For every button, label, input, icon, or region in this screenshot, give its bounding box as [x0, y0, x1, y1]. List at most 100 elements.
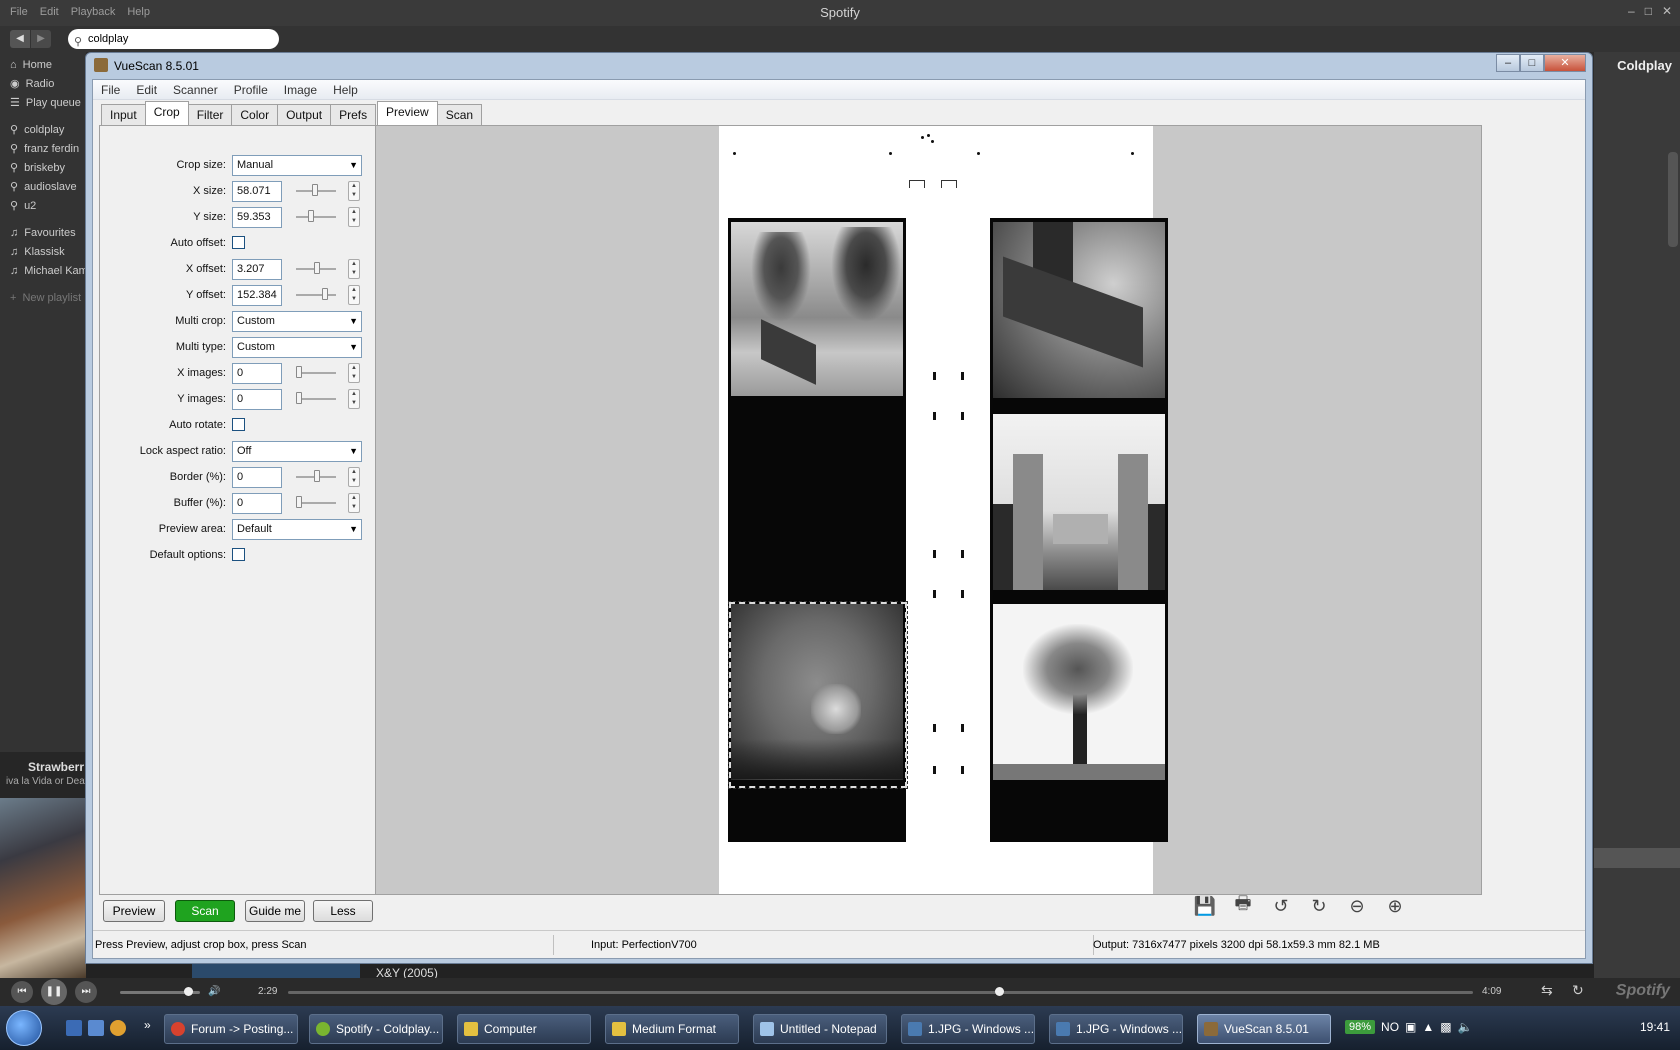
multi-crop-select[interactable]: Custom ▼: [232, 311, 362, 332]
border-slider-knob[interactable]: [314, 470, 320, 482]
spotify-close-icon[interactable]: ✕: [1662, 4, 1672, 18]
menu-help[interactable]: Help: [333, 83, 358, 97]
tab-filter[interactable]: Filter: [187, 104, 233, 125]
taskbar-item-spotify[interactable]: Spotify - Coldplay...: [309, 1014, 443, 1044]
battery-indicator[interactable]: 98%: [1345, 1020, 1376, 1034]
zoom-out-icon[interactable]: ⊖: [1343, 892, 1371, 920]
guide-me-button[interactable]: Guide me: [245, 900, 305, 922]
menu-scanner[interactable]: Scanner: [173, 83, 218, 97]
sidebar-search-item[interactable]: ⚲ u2: [0, 197, 86, 216]
tab-preview[interactable]: Preview: [377, 101, 438, 125]
spotify-minimize-icon[interactable]: –: [1628, 4, 1635, 18]
network-icon[interactable]: ▩: [1440, 1020, 1451, 1034]
x-offset-spinner[interactable]: ▲ ▼: [348, 259, 360, 279]
menu-profile[interactable]: Profile: [234, 83, 268, 97]
sidebar-search-item[interactable]: ⚲ franz ferdin: [0, 140, 86, 159]
explorer-icon[interactable]: [88, 1020, 104, 1036]
y-offset-spinner[interactable]: ▲ ▼: [348, 285, 360, 305]
y-offset-slider-knob[interactable]: [322, 288, 328, 300]
tab-color[interactable]: Color: [231, 104, 279, 125]
y-size-spinner[interactable]: ▲ ▼: [348, 207, 360, 227]
sidebar-playlist-item[interactable]: ♫ Michael Kam: [0, 262, 86, 281]
now-playing-track[interactable]: Strawberr: [28, 760, 84, 774]
photo-frame-bare-tree[interactable]: [993, 604, 1165, 780]
repeat-icon[interactable]: ↻: [1572, 982, 1584, 999]
sidebar-playlist-item[interactable]: ♫ Favourites: [0, 224, 86, 243]
firefox-icon[interactable]: [110, 1020, 126, 1036]
scrollbar-thumb[interactable]: [1668, 152, 1678, 247]
tab-scan[interactable]: Scan: [436, 104, 483, 125]
previous-track-icon[interactable]: ⏮: [11, 981, 33, 1003]
now-playing-album[interactable]: iva la Vida or Deat: [6, 776, 86, 787]
border-spinner[interactable]: ▲ ▼: [348, 467, 360, 487]
default-options-checkbox[interactable]: [232, 548, 245, 561]
menu-edit[interactable]: Edit: [136, 83, 157, 97]
seek-knob[interactable]: [995, 987, 1004, 996]
back-button[interactable]: ◀: [10, 30, 30, 48]
y-images-slider-track[interactable]: [296, 398, 336, 400]
buffer-spinner[interactable]: ▲ ▼: [348, 493, 360, 513]
preview-area-select[interactable]: Default ▼: [232, 519, 362, 540]
y-size-slider-knob[interactable]: [308, 210, 314, 222]
y-offset-input[interactable]: 152.384: [232, 285, 282, 306]
show-desktop-icon[interactable]: [66, 1020, 82, 1036]
sidebar-search-item[interactable]: ⚲ coldplay: [0, 121, 86, 140]
shuffle-icon[interactable]: ⇆: [1541, 982, 1553, 999]
tab-prefs[interactable]: Prefs: [330, 104, 377, 125]
y-images-input[interactable]: 0: [232, 389, 282, 410]
zoom-in-icon[interactable]: ⊕: [1381, 892, 1409, 920]
buffer-slider-track[interactable]: [296, 502, 336, 504]
next-track-icon[interactable]: ⏭: [75, 981, 97, 1003]
vuescan-maximize-icon[interactable]: □: [1520, 54, 1544, 72]
spotify-search-input[interactable]: ⚲ coldplay: [68, 29, 279, 49]
new-playlist-button[interactable]: + New playlist: [0, 289, 86, 308]
crop-selection-box[interactable]: [728, 601, 908, 789]
sidebar-item-play-queue[interactable]: ☰ Play queue: [0, 94, 86, 113]
x-images-slider-track[interactable]: [296, 372, 336, 374]
y-offset-slider-track[interactable]: [296, 294, 336, 296]
vuescan-close-icon[interactable]: ✕: [1544, 54, 1586, 72]
save-icon[interactable]: 💾: [1191, 892, 1219, 920]
taskbar-item-vuescan[interactable]: VueScan 8.5.01: [1197, 1014, 1331, 1044]
volume-tray-icon[interactable]: 🔈: [1458, 1020, 1473, 1034]
tray-app-icon[interactable]: ▣: [1405, 1020, 1416, 1034]
spotify-maximize-icon[interactable]: □: [1645, 4, 1652, 18]
tray-expand-icon[interactable]: ▲: [1422, 1020, 1434, 1034]
border-input[interactable]: 0: [232, 467, 282, 488]
buffer-slider-knob[interactable]: [296, 496, 302, 508]
menu-image[interactable]: Image: [284, 83, 317, 97]
lock-aspect-select[interactable]: Off ▼: [232, 441, 362, 462]
scan-button[interactable]: Scan: [175, 900, 235, 922]
photo-frame-gate[interactable]: [993, 414, 1165, 590]
forward-button[interactable]: ▶: [31, 30, 51, 48]
tab-input[interactable]: Input: [101, 104, 146, 125]
buffer-input[interactable]: 0: [232, 493, 282, 514]
album-art[interactable]: [0, 798, 86, 978]
tab-output[interactable]: Output: [277, 104, 332, 125]
taskbar-item-computer[interactable]: Computer: [457, 1014, 591, 1044]
auto-offset-checkbox[interactable]: [232, 236, 245, 249]
crop-size-select[interactable]: Manual ▼: [232, 155, 362, 176]
auto-rotate-checkbox[interactable]: [232, 418, 245, 431]
sidebar-search-item[interactable]: ⚲ briskeby: [0, 159, 86, 178]
less-button[interactable]: Less: [313, 900, 373, 922]
photo-frame-bench-closeup[interactable]: [993, 222, 1165, 398]
y-images-slider-knob[interactable]: [296, 392, 302, 404]
sidebar-playlist-item[interactable]: ♫ Klassisk: [0, 243, 86, 262]
x-size-slider-knob[interactable]: [312, 184, 318, 196]
print-icon[interactable]: 🖶: [1229, 892, 1257, 920]
sidebar-search-item[interactable]: ⚲ audioslave: [0, 178, 86, 197]
taskbar-item-photo-viewer-1[interactable]: 1.JPG - Windows ...: [901, 1014, 1035, 1044]
tab-crop[interactable]: Crop: [144, 101, 189, 125]
x-offset-input[interactable]: 3.207: [232, 259, 282, 280]
clock[interactable]: 19:41: [1640, 1020, 1670, 1034]
taskbar-item-photo-viewer-2[interactable]: 1.JPG - Windows ...: [1049, 1014, 1183, 1044]
taskbar-item-notepad[interactable]: Untitled - Notepad: [753, 1014, 887, 1044]
sidebar-item-home[interactable]: ⌂ Home: [0, 56, 86, 75]
multi-type-select[interactable]: Custom ▼: [232, 337, 362, 358]
vuescan-minimize-icon[interactable]: –: [1496, 54, 1520, 72]
speaker-icon[interactable]: 🔊: [208, 986, 220, 997]
language-indicator[interactable]: NO: [1381, 1020, 1399, 1034]
menu-file[interactable]: File: [101, 83, 120, 97]
x-size-input[interactable]: 58.071: [232, 181, 282, 202]
